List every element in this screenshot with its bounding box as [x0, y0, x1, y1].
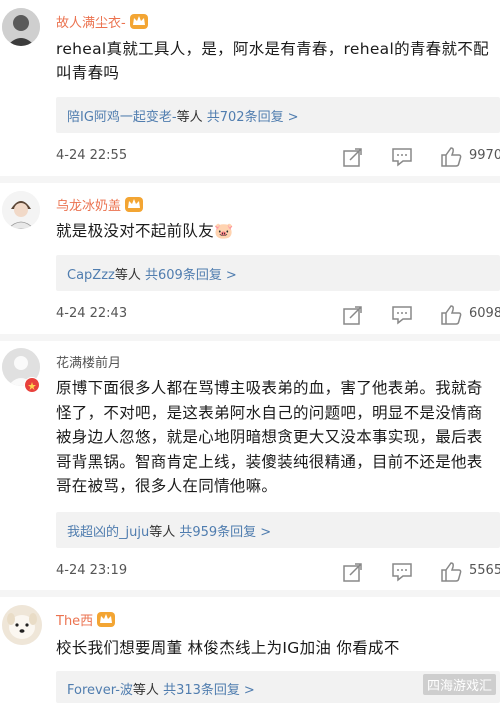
timestamp: 4-24 23:19 — [56, 563, 128, 578]
share-icon[interactable] — [342, 146, 364, 172]
comment-icon[interactable] — [391, 561, 413, 587]
comment-content: reheal真就工具人，是，阿水是有青春，reheal的青春就不配叫青春吗 — [56, 40, 489, 82]
like-icon[interactable] — [440, 304, 464, 330]
crown-badge-icon — [129, 13, 149, 30]
reply-count-link[interactable]: 共609条回复 — [145, 268, 222, 283]
like-count: 6098 — [469, 306, 500, 321]
reply-summary[interactable]: 陪IG阿鸡一起变老-等人 共702条回复 > — [56, 97, 500, 133]
divider — [0, 176, 500, 183]
comment-icon[interactable] — [391, 146, 413, 172]
chevron-right-icon: > — [260, 525, 272, 540]
reply-user-link[interactable]: CapZzz — [67, 268, 115, 283]
username-text[interactable]: 花满楼前月 — [56, 356, 121, 371]
username-text[interactable]: 乌龙冰奶盖 — [56, 199, 121, 214]
comment-footer: 4-24 23:19 5565 — [0, 561, 500, 583]
avatar-badge-icon — [24, 377, 40, 393]
share-icon[interactable] — [342, 304, 364, 330]
reply-mid-text: 等人 — [114, 268, 141, 283]
comment-username[interactable]: 花满楼前月 — [56, 352, 121, 371]
like-count: 9970 — [469, 148, 500, 163]
avatar[interactable] — [2, 8, 40, 46]
like-icon[interactable] — [440, 146, 464, 172]
comment-content: 就是极没对不起前队友🐷 — [56, 222, 234, 240]
comment-username[interactable]: 故人满尘衣- — [56, 12, 149, 31]
crown-badge-icon — [96, 611, 116, 628]
comment-footer: 4-24 22:55 9970 — [0, 146, 500, 168]
chevron-right-icon: > — [243, 683, 255, 698]
reply-user-link[interactable]: Forever-波 — [67, 683, 133, 698]
divider — [0, 334, 500, 341]
comment-username[interactable]: The西 — [56, 610, 116, 629]
comment-icon[interactable] — [391, 304, 413, 330]
share-icon[interactable] — [342, 561, 364, 587]
timestamp: 4-24 22:43 — [56, 306, 128, 321]
username-text[interactable]: The西 — [56, 614, 93, 629]
reply-count-link[interactable]: 共959条回复 — [179, 525, 256, 540]
timestamp: 4-24 22:55 — [56, 148, 128, 163]
like-count: 5565 — [469, 563, 500, 578]
chevron-right-icon: > — [225, 268, 237, 283]
reply-mid-text: 等人 — [149, 525, 176, 540]
reply-user-link[interactable]: 我超凶的_juju — [67, 525, 149, 540]
reply-mid-text: 等人 — [176, 110, 203, 125]
comment-footer: 4-24 22:43 6098 — [0, 304, 500, 326]
reply-mid-text: 等人 — [132, 683, 159, 698]
reply-user-link[interactable]: 陪IG阿鸡一起变老- — [67, 110, 177, 125]
avatar[interactable] — [2, 605, 42, 645]
reply-summary[interactable]: CapZzz等人 共609条回复 > — [56, 255, 500, 291]
reply-summary[interactable]: 我超凶的_juju等人 共959条回复 > — [56, 512, 500, 548]
username-text[interactable]: 故人满尘衣- — [56, 16, 126, 31]
watermark: 四海游戏汇 — [422, 674, 496, 695]
comment-content: 校长我们想要周董 林俊杰线上为IG加油 你看成不 — [56, 639, 400, 657]
avatar[interactable] — [2, 191, 40, 229]
reply-count-link[interactable]: 共702条回复 — [207, 110, 284, 125]
comment-content: 原博下面很多人都在骂博主吸表弟的血，害了他表弟。我就奇怪了，不对吧，是这表弟阿水… — [56, 379, 483, 495]
reply-count-link[interactable]: 共313条回复 — [163, 683, 240, 698]
crown-badge-icon — [124, 196, 144, 213]
chevron-right-icon: > — [287, 110, 299, 125]
comment-username[interactable]: 乌龙冰奶盖 — [56, 195, 144, 214]
like-icon[interactable] — [440, 561, 464, 587]
divider — [0, 590, 500, 597]
